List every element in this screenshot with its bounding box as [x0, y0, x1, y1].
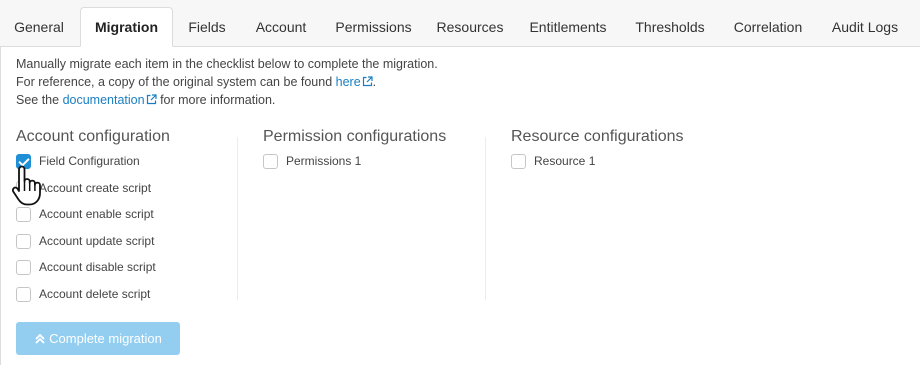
tab-audit-logs[interactable]: Audit Logs — [826, 8, 904, 46]
intro-line-3: See the documentation for more informati… — [16, 93, 275, 107]
intro-line-2-text: For reference, a copy of the original sy… — [16, 75, 336, 89]
checkbox[interactable] — [16, 234, 31, 249]
tab-entitlements[interactable]: Entitlements — [524, 8, 612, 46]
tab-correlation[interactable]: Correlation — [726, 8, 810, 46]
intro-line-2: For reference, a copy of the original sy… — [16, 75, 376, 89]
intro-line-3-text: See the — [16, 93, 63, 107]
intro-line-2-suffix: . — [372, 75, 377, 89]
external-link-icon — [362, 76, 373, 87]
intro-line-1: Manually migrate each item in the checkl… — [16, 57, 438, 71]
column-divider — [237, 137, 238, 300]
tab-migration[interactable]: Migration — [80, 7, 173, 47]
tab-fields[interactable]: Fields — [182, 8, 232, 46]
tab-account[interactable]: Account — [250, 8, 312, 46]
hand-pointer-icon — [11, 165, 41, 206]
tab-resources[interactable]: Resources — [433, 8, 507, 46]
checkbox[interactable] — [16, 260, 31, 275]
documentation-link-text: documentation — [62, 93, 145, 107]
checkbox[interactable] — [16, 287, 31, 302]
original-system-link[interactable]: here — [336, 75, 373, 89]
column-divider — [485, 137, 486, 300]
checklist-item-label: Account enable script — [39, 207, 154, 221]
checklist-item-label: Account disable script — [39, 260, 156, 274]
complete-migration-label: Complete migration — [49, 331, 162, 346]
documentation-link[interactable]: documentation — [63, 93, 157, 107]
tab-permissions[interactable]: Permissions — [330, 8, 417, 46]
checkbox[interactable] — [16, 207, 31, 222]
checklist-item-label: Permissions 1 — [286, 154, 362, 168]
checklist-item-label: Resource 1 — [534, 154, 596, 168]
double-chevron-up-icon — [35, 333, 45, 344]
permission-configurations-title: Permission configurations — [263, 128, 447, 145]
intro-line-3-suffix: for more information. — [156, 93, 276, 107]
checklist-item-label: Account create script — [39, 181, 152, 195]
tab-general[interactable]: General — [8, 8, 70, 46]
external-link-icon — [146, 94, 157, 105]
resource-configurations-title: Resource configurations — [511, 128, 684, 145]
checkbox[interactable] — [511, 154, 526, 169]
account-configuration-title: Account configuration — [16, 128, 170, 145]
original-system-link-text: here — [335, 75, 361, 89]
tab-thresholds[interactable]: Thresholds — [630, 8, 710, 46]
checklist-item-label: Account delete script — [39, 287, 151, 301]
checklist-item-label: Field Configuration — [39, 154, 140, 168]
complete-migration-button[interactable]: Complete migration — [16, 322, 180, 355]
tab-bar: General Migration Fields Account Permiss… — [0, 0, 920, 47]
checkbox[interactable] — [263, 154, 278, 169]
checklist-item-label: Account update script — [39, 234, 155, 248]
